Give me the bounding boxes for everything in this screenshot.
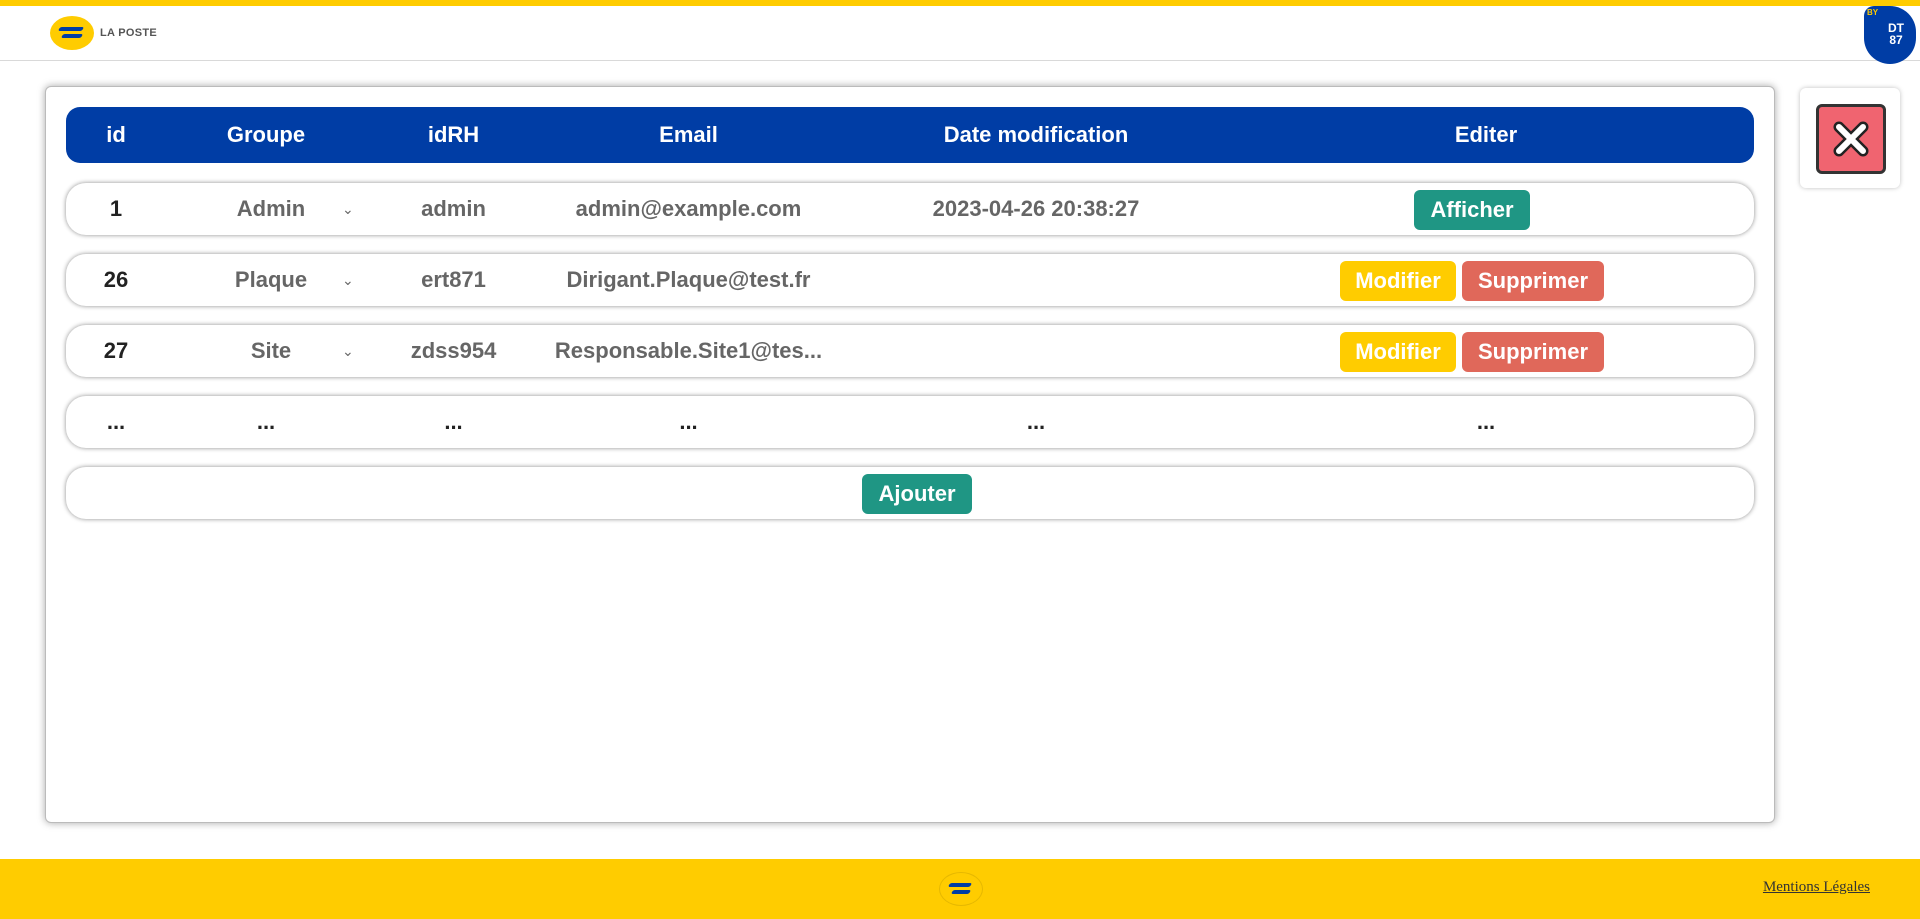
la-poste-logo-icon — [50, 16, 94, 50]
modifier-button[interactable]: Modifier — [1340, 261, 1456, 301]
groupe-select-value: Plaque — [234, 267, 308, 292]
table-row: 26 Plaque ⌄ ert871 Dirigant.Plaque@test.… — [66, 254, 1754, 306]
top-bar: LA POSTE BY DT 87 — [0, 0, 1920, 64]
table-row: 27 Site ⌄ zdss954 Responsable.Site1@tes.… — [66, 325, 1754, 377]
footer: Mentions Légales — [0, 859, 1920, 919]
users-panel: id Groupe idRH Email Date modification E… — [45, 86, 1775, 823]
dt87-badge: BY DT 87 — [1864, 6, 1916, 64]
supprimer-button[interactable]: Supprimer — [1462, 332, 1604, 372]
ajouter-button[interactable]: Ajouter — [862, 474, 972, 514]
chevron-down-icon: ⌄ — [342, 201, 354, 217]
ellipsis: ... — [679, 409, 698, 434]
table-header: id Groupe idRH Email Date modification E… — [66, 107, 1754, 163]
column-header-groupe: Groupe — [226, 122, 306, 147]
close-button[interactable] — [1816, 104, 1886, 174]
column-header-editer: Editer — [1454, 122, 1518, 147]
column-header-date: Date modification — [943, 122, 1129, 147]
badge-by: BY — [1867, 8, 1879, 17]
groupe-select-value: Site — [250, 338, 292, 363]
cell-id: 26 — [103, 267, 129, 292]
column-header-email: Email — [659, 122, 718, 147]
close-icon — [1833, 121, 1869, 157]
cell-date: 2023-04-26 20:38:27 — [932, 196, 1140, 221]
cell-date — [836, 254, 1236, 306]
ellipsis-row: ... ... ... ... ... ... — [66, 396, 1754, 448]
cell-date — [836, 325, 1236, 377]
ellipsis: ... — [256, 409, 276, 434]
groupe-select[interactable]: Site ⌄ — [216, 325, 366, 377]
afficher-button[interactable]: Afficher — [1414, 190, 1530, 230]
logo-text: LA POSTE — [100, 27, 157, 39]
la-poste-logo-icon — [940, 873, 982, 905]
groupe-select[interactable]: Admin ⌄ — [216, 183, 366, 235]
table-row: 1 Admin ⌄ admin admin@example.com 2023-0… — [66, 183, 1754, 235]
chevron-down-icon: ⌄ — [342, 272, 354, 288]
la-poste-logo[interactable]: LA POSTE — [50, 16, 157, 50]
ellipsis: ... — [1026, 409, 1046, 434]
cell-idrh: admin — [421, 196, 486, 221]
cell-id: 1 — [109, 196, 123, 221]
supprimer-button[interactable]: Supprimer — [1462, 261, 1604, 301]
ellipsis: ... — [1476, 409, 1496, 434]
groupe-select-value: Admin — [236, 196, 306, 221]
cell-id: 27 — [103, 338, 129, 363]
add-row: Ajouter — [66, 467, 1754, 519]
chevron-down-icon: ⌄ — [342, 343, 354, 359]
cell-email: Dirigant.Plaque@test.fr — [566, 267, 811, 292]
badge-line-2: 87 — [1889, 33, 1903, 47]
column-header-id: id — [106, 122, 126, 147]
cell-idrh: zdss954 — [410, 338, 497, 363]
close-card — [1800, 88, 1900, 188]
ellipsis: ... — [106, 409, 126, 434]
groupe-select[interactable]: Plaque ⌄ — [216, 254, 366, 306]
cell-email: Responsable.Site1@tes... — [554, 338, 823, 363]
cell-idrh: ert871 — [421, 267, 486, 292]
cell-email: admin@example.com — [575, 196, 802, 221]
mentions-legales-link[interactable]: Mentions Légales — [1763, 879, 1870, 896]
column-header-idrh: idRH — [427, 122, 480, 147]
modifier-button[interactable]: Modifier — [1340, 332, 1456, 372]
ellipsis: ... — [444, 409, 463, 434]
